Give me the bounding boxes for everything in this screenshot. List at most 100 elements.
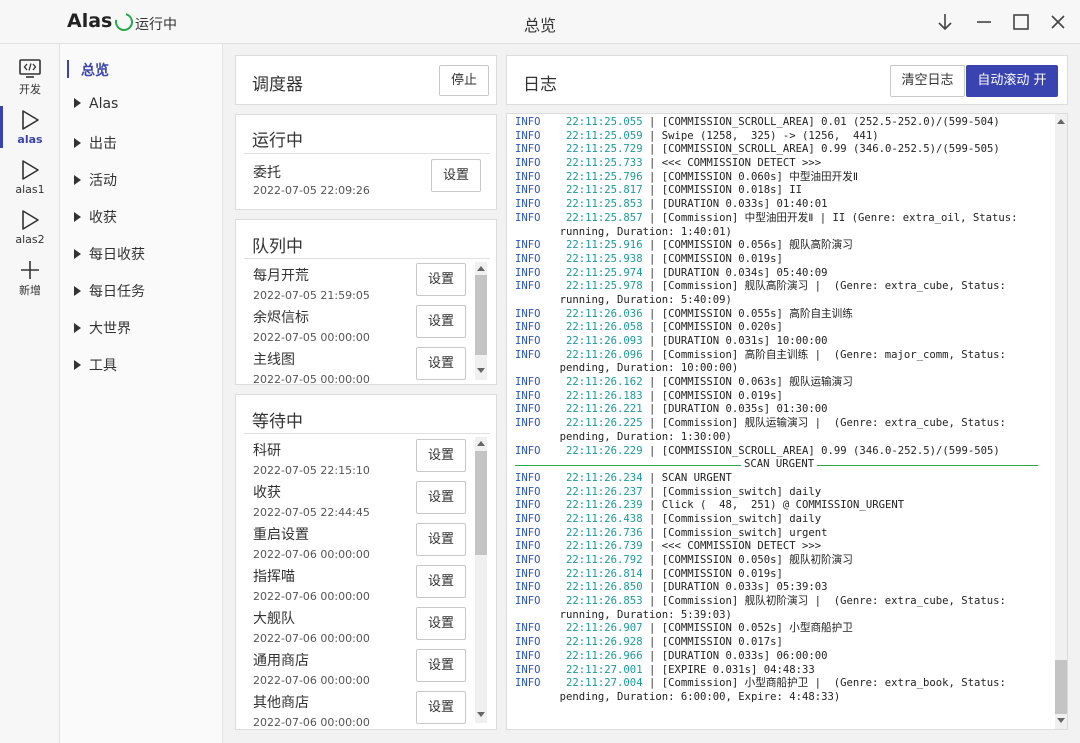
- log-line: INFO 22:11:27.001 | [EXPIRE 0.031s] 04:4…: [515, 663, 815, 676]
- log-line: INFO 22:11:25.974 | [DURATION 0.034s] 05…: [515, 266, 828, 279]
- log-message: [COMMISSION_SCROLL_AREA] 0.99 (346.0-252…: [661, 143, 1000, 156]
- task-settings-button[interactable]: 设置: [416, 691, 466, 724]
- log-time: 22:11:26.736: [566, 526, 643, 539]
- log-line: INFO 22:11:26.096 | [Commission] 高阶自主训练 …: [515, 348, 1006, 361]
- expand-triangle-icon: [74, 323, 81, 333]
- log-level: INFO: [515, 417, 541, 430]
- menu-item-tools[interactable]: 工具: [74, 355, 117, 375]
- menu-item-opsi[interactable]: 大世界: [74, 318, 131, 338]
- running-task-settings-button[interactable]: 设置: [431, 159, 481, 192]
- scroll-up-icon[interactable]: [1057, 119, 1065, 124]
- task-settings-button[interactable]: 设置: [416, 523, 466, 556]
- log-line: INFO 22:11:26.736 | [Commission_switch] …: [515, 526, 828, 539]
- waiting-item: 科研 2022-07-05 22:15:10 设置: [236, 434, 476, 478]
- task-settings-button[interactable]: 设置: [416, 263, 466, 296]
- task-time: 2022-07-05 00:00:00: [253, 373, 370, 383]
- task-settings-button[interactable]: 设置: [416, 649, 466, 682]
- log-line: INFO 22:11:25.817 | [COMMISSION 0.018s] …: [515, 184, 803, 197]
- log-message: [Commission_switch] daily: [661, 512, 822, 525]
- task-settings-button[interactable]: 设置: [416, 439, 466, 472]
- plus-icon: [21, 261, 39, 279]
- log-output[interactable]: INFO 22:11:25.055 | [COMMISSION_SCROLL_A…: [506, 113, 1068, 730]
- log-level: INFO: [515, 280, 541, 293]
- log-level: INFO: [515, 636, 541, 649]
- log-level: INFO: [515, 129, 541, 142]
- menu-item-harvest[interactable]: 收获: [74, 207, 117, 227]
- log-line-continuation: pending, Duration: 1:30:00): [515, 431, 1055, 445]
- menu-item-sortie[interactable]: 出击: [74, 133, 117, 153]
- log-time: 22:11:26.183: [566, 389, 643, 402]
- log-message: [COMMISSION 0.055s] 高阶自主训练: [661, 307, 853, 320]
- maximize-icon[interactable]: [1007, 8, 1035, 36]
- log-time: 22:11:26.225: [566, 417, 643, 430]
- rail-item-add[interactable]: 新增: [0, 259, 60, 309]
- scroll-up-icon[interactable]: [477, 441, 485, 446]
- running-spinner-icon: [111, 9, 137, 35]
- minimize-icon[interactable]: [970, 8, 998, 36]
- log-level: INFO: [515, 567, 541, 580]
- log-message: [COMMISSION 0.063s] 舰队运输演习: [661, 376, 853, 389]
- menu-item-overview[interactable]: 总览: [81, 60, 109, 80]
- log-level: INFO: [515, 239, 541, 252]
- log-line: INFO 22:11:26.814 | [COMMISSION 0.019s]: [515, 567, 783, 580]
- task-settings-button[interactable]: 设置: [416, 565, 466, 598]
- log-message: [DURATION 0.035s] 01:30:00: [661, 403, 828, 416]
- menu-item-event[interactable]: 活动: [74, 170, 117, 190]
- task-settings-button[interactable]: 设置: [416, 607, 466, 640]
- scrollbar-thumb[interactable]: [1055, 660, 1067, 714]
- divider: [244, 153, 490, 154]
- task-settings-button[interactable]: 设置: [416, 481, 466, 514]
- menu-item-alas[interactable]: Alas: [74, 96, 118, 112]
- log-time: 22:11:25.938: [566, 252, 643, 265]
- scrollbar-thumb[interactable]: [475, 275, 487, 355]
- log-level: INFO: [515, 157, 541, 170]
- log-line: INFO 22:11:25.978 | [Commission] 舰队高阶演习 …: [515, 280, 1006, 293]
- log-line: INFO 22:11:25.853 | [DURATION 0.033s] 01…: [515, 198, 828, 211]
- log-title: 日志: [523, 75, 557, 95]
- rail-item-alas2[interactable]: alas2: [0, 208, 60, 258]
- rail-item-dev[interactable]: 开发: [0, 58, 60, 108]
- log-message: [COMMISSION 0.019s]: [661, 252, 783, 265]
- waiting-scrollbar[interactable]: [475, 437, 487, 723]
- task-settings-button[interactable]: 设置: [416, 305, 466, 338]
- log-message: running, Duration: 5:39:03): [559, 608, 732, 621]
- log-line: INFO 22:11:25.916 | [COMMISSION 0.056s] …: [515, 239, 853, 252]
- log-message: [DURATION 0.034s] 05:40:09: [661, 266, 828, 279]
- close-icon[interactable]: [1044, 8, 1072, 36]
- scroll-down-icon[interactable]: [477, 712, 485, 717]
- log-level: INFO: [515, 211, 541, 224]
- log-message: [COMMISSION 0.052s] 小型商船护卫: [661, 622, 853, 635]
- menu-item-daily-task[interactable]: 每日任务: [74, 281, 145, 301]
- log-time: 22:11:26.096: [566, 348, 643, 361]
- rule-label: SCAN URGENT: [741, 458, 818, 472]
- queue-scrollbar[interactable]: [475, 262, 487, 380]
- log-line-continuation: pending, Duration: 10:00:00): [515, 362, 1055, 376]
- log-message: [DURATION 0.033s] 05:39:03: [661, 581, 828, 594]
- scroll-down-icon[interactable]: [477, 368, 485, 373]
- scroll-up-icon[interactable]: [477, 266, 485, 271]
- rail-item-alas[interactable]: alas: [0, 108, 60, 158]
- log-level: INFO: [515, 554, 541, 566]
- log-level: INFO: [515, 499, 541, 512]
- log-message: Swipe (1258, 325) -> (1256, 441): [661, 129, 879, 142]
- log-level: INFO: [515, 307, 541, 320]
- menu-item-daily-harvest[interactable]: 每日收获: [74, 244, 145, 264]
- log-level: INFO: [515, 252, 541, 265]
- running-task-time: 2022-07-05 22:09:26: [253, 184, 370, 197]
- scroll-down-icon[interactable]: [1057, 718, 1065, 723]
- log-message: [Commission_switch] daily: [661, 485, 822, 498]
- log-line: INFO 22:11:25.055 | [COMMISSION_SCROLL_A…: [515, 116, 1000, 128]
- rail-item-alas1[interactable]: alas1: [0, 158, 60, 208]
- task-settings-button[interactable]: 设置: [416, 347, 466, 380]
- log-scrollbar[interactable]: [1055, 114, 1067, 729]
- clear-log-button[interactable]: 清空日志: [890, 65, 965, 97]
- auto-scroll-toggle[interactable]: 自动滚动 开: [966, 65, 1058, 97]
- log-level: INFO: [515, 335, 541, 347]
- scrollbar-thumb[interactable]: [475, 451, 487, 555]
- log-time: 22:11:26.928: [566, 636, 643, 649]
- log-time: 22:11:26.229: [566, 444, 643, 457]
- stop-button[interactable]: 停止: [439, 65, 489, 96]
- download-icon[interactable]: [931, 8, 959, 36]
- log-message: [Commission] 中型油田开发Ⅱ | II (Genre: extra_…: [661, 211, 1018, 224]
- log-time: 22:11:26.093: [566, 335, 643, 347]
